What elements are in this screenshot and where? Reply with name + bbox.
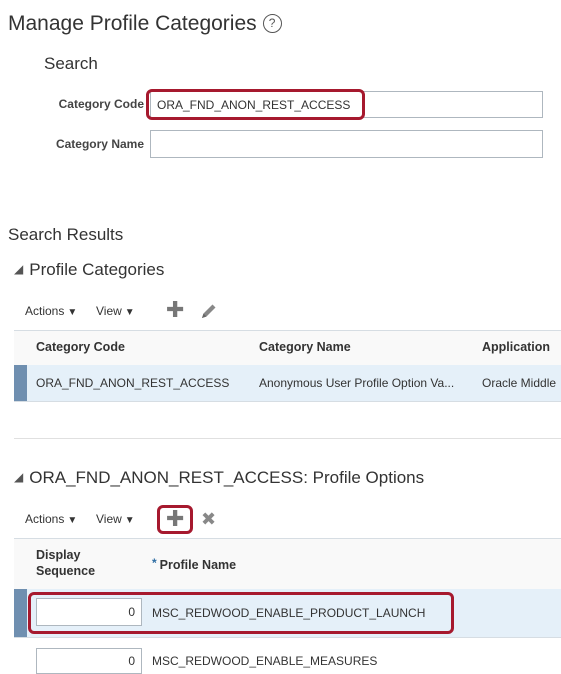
- row-selection-marker: [14, 589, 27, 637]
- x-icon[interactable]: ✖: [201, 509, 216, 529]
- add-icon[interactable]: ✚: [166, 299, 184, 321]
- options-table-header: [14, 538, 561, 590]
- category-code-label: Category Code: [58, 97, 144, 111]
- category-name-label: Category Name: [55, 137, 144, 151]
- help-circle-icon[interactable]: ?: [262, 14, 282, 33]
- display-sequence-input[interactable]: 0: [36, 648, 142, 674]
- cell-profile-name: MSC_REDWOOD_ENABLE_MEASURES: [152, 654, 378, 668]
- required-marker: *: [152, 556, 157, 570]
- caret-down-icon: ▼: [67, 307, 78, 318]
- caret-down-icon: ▼: [67, 515, 78, 526]
- display-sequence-input[interactable]: 0: [36, 598, 142, 626]
- add-icon[interactable]: ✚: [166, 508, 184, 530]
- column-profile-name[interactable]: * Profile Name: [152, 556, 236, 572]
- column-category-name[interactable]: Category Name: [259, 340, 351, 354]
- profile-options-title: ORA_FND_ANON_REST_ACCESS: Profile Option…: [29, 468, 425, 487]
- caret-down-icon: ▼: [124, 515, 135, 526]
- actions-label: Actions: [25, 512, 65, 526]
- column-application[interactable]: Application: [482, 340, 550, 354]
- profile-categories-header[interactable]: ◢ Profile Categories: [14, 260, 164, 280]
- profile-options-header[interactable]: ◢ ORA_FND_ANON_REST_ACCESS: Profile Optio…: [14, 468, 424, 488]
- search-heading: Search: [44, 54, 98, 73]
- cell-category-name: Anonymous User Profile Option Va...: [259, 376, 455, 390]
- manage-profile-categories-page: Manage Profile Categories? Search Catego…: [0, 0, 561, 674]
- view-label: View: [96, 304, 122, 318]
- actions-label: Actions: [25, 304, 65, 318]
- category-code-input[interactable]: [150, 91, 543, 118]
- column-display-sequence-line2: Sequence: [36, 564, 96, 578]
- cell-application: Oracle Middle: [482, 376, 557, 390]
- column-display-sequence-line1: Display: [36, 548, 81, 562]
- actions-menu[interactable]: Actions ▼: [25, 304, 77, 318]
- category-name-input[interactable]: [150, 130, 543, 158]
- profile-categories-title: Profile Categories: [29, 260, 165, 279]
- caret-down-icon: ▼: [124, 307, 135, 318]
- column-display-sequence[interactable]: Display Sequence: [36, 547, 95, 579]
- triangle-down-icon[interactable]: ◢: [14, 262, 23, 276]
- page-title: Manage Profile Categories?: [8, 12, 282, 36]
- cell-profile-name: MSC_REDWOOD_ENABLE_PRODUCT_LAUNCH: [152, 606, 426, 620]
- view-label: View: [96, 512, 122, 526]
- actions-menu[interactable]: Actions ▼: [25, 512, 77, 526]
- section-divider: [14, 438, 561, 439]
- row-selection-marker: [14, 365, 27, 401]
- view-menu[interactable]: View ▼: [96, 304, 135, 318]
- search-results-heading: Search Results: [8, 225, 124, 244]
- page-title-text: Manage Profile Categories: [8, 12, 257, 35]
- column-category-code[interactable]: Category Code: [36, 340, 125, 354]
- triangle-down-icon[interactable]: ◢: [14, 470, 23, 484]
- pencil-icon[interactable]: [199, 301, 219, 321]
- view-menu[interactable]: View ▼: [96, 512, 135, 526]
- cell-category-code: ORA_FND_ANON_REST_ACCESS: [36, 376, 230, 390]
- column-profile-name-text: Profile Name: [159, 558, 237, 572]
